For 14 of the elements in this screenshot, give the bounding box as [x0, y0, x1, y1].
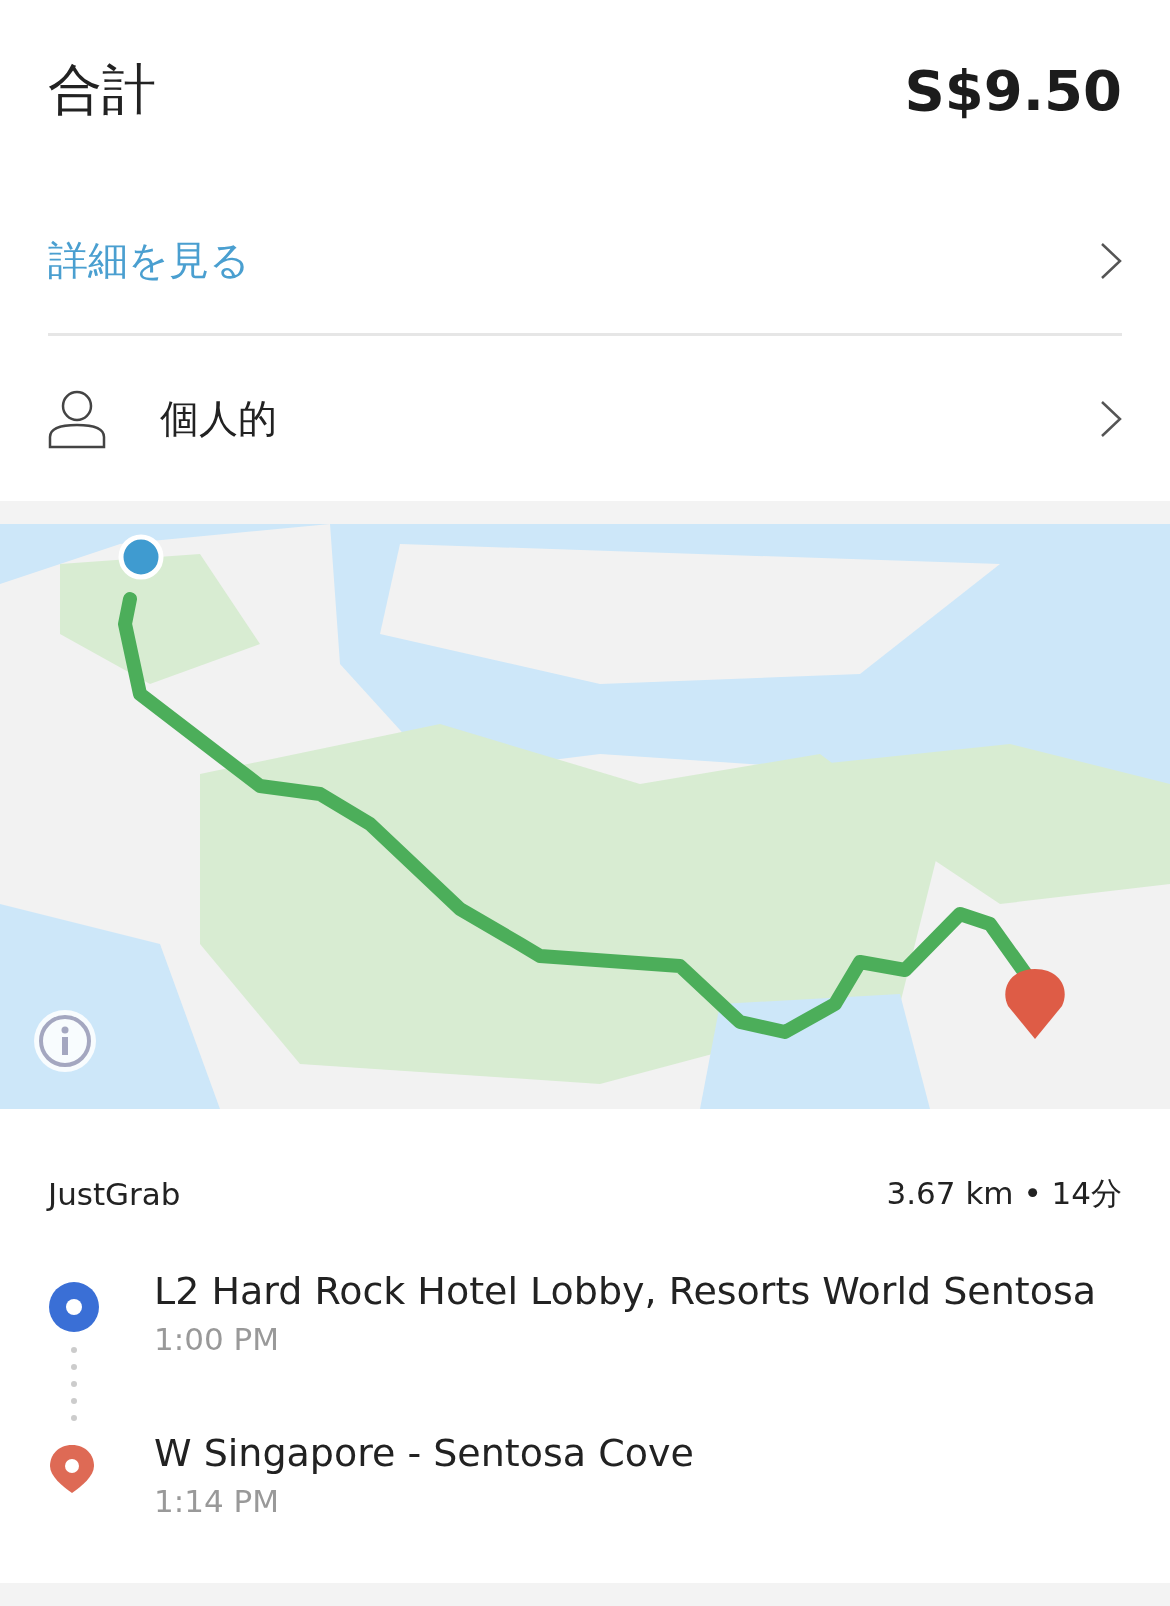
pickup-dot-icon [48, 1281, 100, 1333]
profile-label[interactable]: 個人的 [160, 391, 1100, 446]
service-name: JustGrab [48, 1176, 181, 1212]
stop-time: 1:14 PM [154, 1483, 280, 1519]
stop-address: W Singapore - Sentosa Cove [154, 1431, 694, 1475]
trip-summary: 3.67 km • 14分 [886, 1174, 1122, 1213]
chevron-right-icon [1100, 241, 1122, 280]
stop-time: 1:00 PM [154, 1321, 280, 1357]
person-icon [48, 388, 106, 449]
chevron-right-icon [1100, 399, 1122, 438]
dropoff-pin-icon [48, 1443, 96, 1495]
total-amount: S$9.50 [904, 57, 1122, 123]
total-label: 合計 [48, 56, 156, 123]
stop-address: L2 Hard Rock Hotel Lobby, Resorts World Sentosa [154, 1269, 1097, 1313]
